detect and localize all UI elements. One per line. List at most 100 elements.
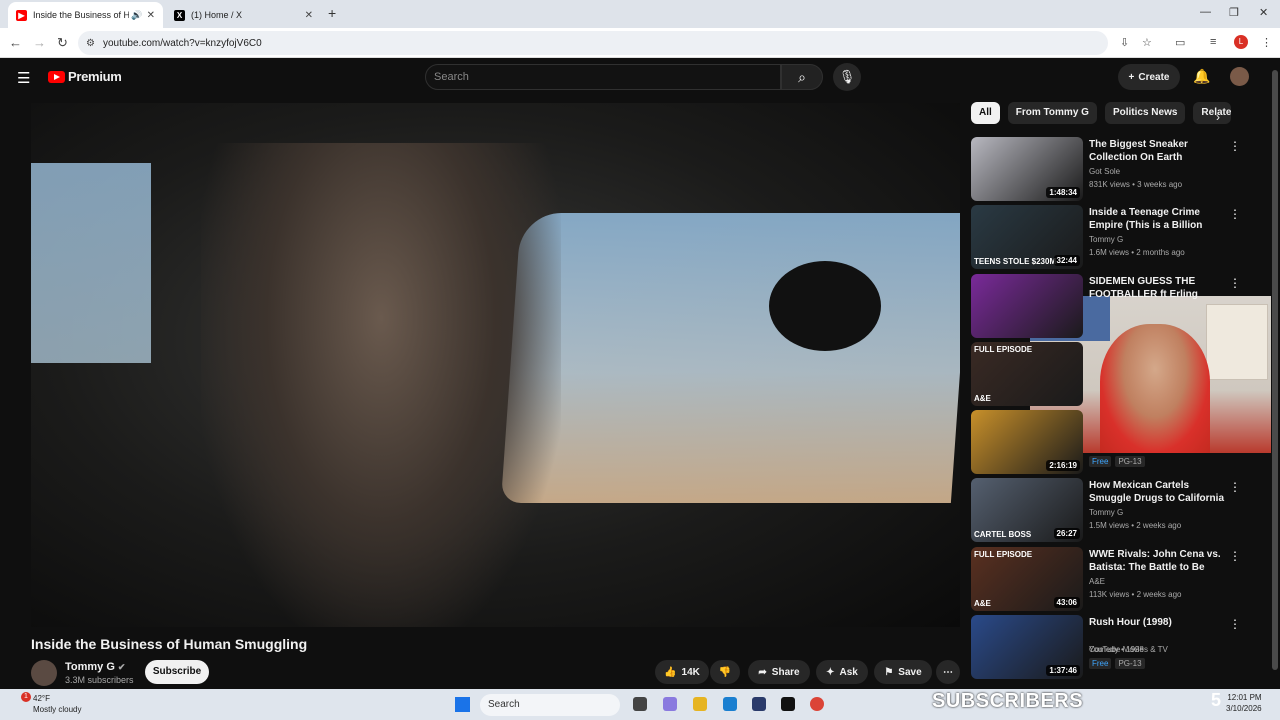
- video-player[interactable]: [31, 103, 960, 627]
- kebab-menu-icon[interactable]: ⋮: [1229, 139, 1241, 153]
- youtube-logo[interactable]: Premium: [48, 69, 122, 84]
- recommendation-title[interactable]: The Biggest Sneaker Collection On Earth …: [1089, 138, 1227, 164]
- weather-widget[interactable]: 42°F Mostly cloudy: [8, 693, 81, 715]
- video-thumbnail[interactable]: 2:16:19: [971, 410, 1083, 474]
- new-tab-button[interactable]: +: [328, 5, 336, 21]
- windows-taskbar: 42°F Mostly cloudy 1 Search: [0, 689, 1280, 720]
- recommendation-channel[interactable]: Tommy G: [1089, 508, 1123, 517]
- kebab-menu-icon[interactable]: ⋮: [1229, 276, 1241, 290]
- kebab-menu-icon[interactable]: ⋮: [1229, 617, 1241, 631]
- cast-icon[interactable]: ▭: [1175, 36, 1185, 49]
- video-thumbnail[interactable]: 1:37:46: [971, 615, 1083, 679]
- channel-name[interactable]: Tommy G ✔: [65, 661, 125, 673]
- duration-badge: 43:06: [1053, 597, 1080, 608]
- recommendation-item[interactable]: CARTEL BOSS 26:27 How Mexican Cartels Smug…: [971, 478, 1261, 542]
- share-button[interactable]: ➦ Share: [748, 660, 810, 684]
- window-close-icon[interactable]: ✕: [1259, 6, 1268, 19]
- recommendation-title[interactable]: How Mexican Cartels Smuggle Drugs to Cal…: [1089, 479, 1227, 505]
- like-count: 14K: [681, 666, 700, 678]
- recommendation-title[interactable]: WWE Rivals: John Cena vs. Batista: The B…: [1089, 548, 1227, 574]
- taskbar-clock[interactable]: 12:01 PM 3/10/2026: [1226, 692, 1262, 714]
- edge-icon[interactable]: [723, 697, 737, 711]
- dislike-button[interactable]: 👎: [710, 660, 740, 684]
- profile-avatar[interactable]: L: [1234, 35, 1248, 49]
- chrome-icon[interactable]: [810, 697, 824, 711]
- video-thumbnail[interactable]: TEENS STOLE $230M 32:44: [971, 205, 1083, 269]
- reload-icon[interactable]: ↻: [57, 35, 68, 51]
- recommendation-channel[interactable]: Got Sole: [1089, 167, 1120, 176]
- weather-condition: Mostly cloudy: [33, 705, 82, 714]
- tab-x[interactable]: X (1) Home / X ✕: [166, 2, 321, 28]
- more-actions-button[interactable]: ⋯: [936, 660, 960, 684]
- channel-name-text[interactable]: Tommy G: [65, 661, 115, 673]
- media-icon[interactable]: ≡: [1210, 36, 1216, 48]
- recommendation-item[interactable]: TEENS STOLE $230M 32:44 Inside a Teenage C…: [971, 205, 1261, 269]
- subscribe-button[interactable]: Subscribe: [145, 660, 209, 684]
- restore-icon[interactable]: ❐: [1229, 6, 1239, 19]
- recommendation-title[interactable]: Rush Hour (1998): [1089, 616, 1227, 629]
- video-thumbnail[interactable]: FULL EPISODE A&E 43:06: [971, 547, 1083, 611]
- chip-all[interactable]: All: [971, 102, 1000, 124]
- search-input[interactable]: Search: [425, 64, 781, 90]
- back-icon[interactable]: ←: [9, 35, 22, 50]
- video-thumbnail[interactable]: 1:48:34: [971, 137, 1083, 201]
- notifications-bell-icon[interactable]: 🔔: [1193, 68, 1210, 85]
- search-icon[interactable]: ⌕: [781, 64, 823, 90]
- recommendation-title[interactable]: SIDEMEN GUESS THE FOOTBALLER ft Erling H…: [1089, 275, 1227, 301]
- site-info-icon[interactable]: ⚙: [86, 38, 95, 49]
- recommendation-item[interactable]: 2:16:19 Free PG-13: [971, 410, 1261, 474]
- badge: Free: [1089, 456, 1112, 467]
- forward-icon[interactable]: →: [33, 35, 46, 50]
- video-subject: [201, 143, 561, 627]
- chip-from-tommy-g[interactable]: From Tommy G: [1007, 102, 1097, 124]
- chip-politics-news[interactable]: Politics News: [1104, 102, 1186, 124]
- store-icon[interactable]: [752, 697, 766, 711]
- microphone-icon[interactable]: 🎙: [833, 63, 861, 91]
- obs-icon[interactable]: [781, 697, 795, 711]
- kebab-menu-icon[interactable]: ⋮: [1229, 207, 1241, 221]
- scrollbar-thumb[interactable]: [1272, 70, 1278, 670]
- chip-related[interactable]: Relate: [1193, 102, 1232, 124]
- tab-youtube[interactable]: ▶ Inside the Business of Hum 🔊 ✕: [8, 2, 163, 28]
- like-button[interactable]: 👍 14K: [655, 660, 709, 684]
- verified-icon: ✔: [117, 662, 126, 672]
- save-button[interactable]: ⚑ Save: [874, 660, 932, 684]
- channel-avatar[interactable]: [31, 660, 57, 686]
- close-icon[interactable]: ✕: [147, 10, 155, 21]
- windows-start-icon[interactable]: [455, 697, 470, 712]
- chevron-right-icon[interactable]: ›: [1216, 110, 1220, 124]
- install-icon[interactable]: ⇩: [1120, 36, 1129, 49]
- copilot-icon[interactable]: [663, 697, 677, 711]
- taskbar-search[interactable]: Search: [480, 694, 620, 716]
- account-avatar[interactable]: [1230, 67, 1249, 86]
- ask-button[interactable]: ✦ Ask: [816, 660, 868, 684]
- video-thumbnail[interactable]: FULL EPISODE A&E: [971, 342, 1083, 406]
- minimize-icon[interactable]: —: [1200, 6, 1211, 18]
- brand-label: Premium: [68, 69, 122, 84]
- kebab-menu-icon[interactable]: ⋮: [1229, 480, 1241, 494]
- video-thumbnail[interactable]: [971, 274, 1083, 338]
- sparkle-icon: ✦: [826, 666, 835, 678]
- hamburger-icon[interactable]: ☰: [17, 69, 30, 87]
- recommendation-item[interactable]: 1:48:34 The Biggest Sneaker Collection On…: [971, 137, 1261, 201]
- create-label: Create: [1138, 71, 1170, 83]
- file-explorer-icon[interactable]: [693, 697, 707, 711]
- recommendation-item[interactable]: 1:37:46 Rush Hour (1998) ⋮ YouTube Movies &…: [971, 615, 1261, 679]
- video-thumbnail[interactable]: CARTEL BOSS 26:27: [971, 478, 1083, 542]
- task-view-icon[interactable]: [633, 697, 647, 711]
- create-button[interactable]: + Create: [1118, 64, 1180, 90]
- bookmark-star-icon[interactable]: ☆: [1142, 36, 1152, 49]
- menu-icon[interactable]: ⋮: [1261, 36, 1272, 49]
- recommendation-item[interactable]: FULL EPISODE A&E 43:06 WWE Rivals: John Cen…: [971, 547, 1261, 611]
- speaker-icon[interactable]: 🔊: [131, 10, 142, 21]
- tab-title: (1) Home / X: [191, 10, 243, 20]
- close-icon[interactable]: ✕: [305, 10, 313, 21]
- recommendation-meta: 1.5M views • 2 weeks ago: [1089, 521, 1182, 530]
- recommendation-channel[interactable]: A&E: [1089, 577, 1105, 586]
- kebab-menu-icon[interactable]: ⋮: [1229, 549, 1241, 563]
- url-field[interactable]: ⚙ youtube.com/watch?v=knzyfojV6C0: [78, 31, 1108, 55]
- recommendation-title[interactable]: Inside a Teenage Crime Empire (This is a…: [1089, 206, 1227, 232]
- recommendation-item[interactable]: FULL EPISODE A&E: [971, 342, 1261, 406]
- recommendation-channel[interactable]: Tommy G: [1089, 235, 1123, 244]
- recommendation-item[interactable]: SIDEMEN GUESS THE FOOTBALLER ft Erling H…: [971, 274, 1261, 338]
